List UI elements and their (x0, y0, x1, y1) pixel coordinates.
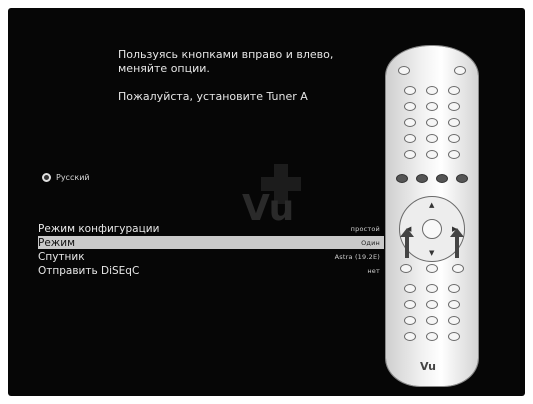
menu-label: Отправить DiSEqC (38, 264, 140, 277)
instruction-line-1: Пользуясь кнопками вправо и влево, (118, 48, 334, 61)
number-button-icon (448, 102, 460, 111)
menu-label: Режим (38, 236, 75, 249)
menu-row-satellite[interactable]: Спутник Astra (19.2E) (38, 250, 384, 263)
number-button-icon (404, 102, 416, 111)
power-icon (398, 66, 410, 75)
mute-icon (454, 66, 466, 75)
instruction-line-2: меняйте опции. (118, 62, 210, 75)
yellow-button-icon (436, 174, 448, 183)
red-button-icon (396, 174, 408, 183)
menu-value: Один (361, 238, 380, 247)
menu-label: Режим конфигурации (38, 222, 160, 235)
remote-brand-logo: Vu (420, 360, 436, 373)
tuner-config-menu: Режим конфигурации простой Режим Один Сп… (38, 222, 384, 278)
button-icon (448, 284, 460, 293)
right-highlight-arrow-icon (450, 228, 464, 258)
button-icon (448, 300, 460, 309)
instruction-text: Пользуясь кнопками вправо и влево, меняй… (118, 48, 378, 76)
button-icon (426, 300, 438, 309)
pause-icon (448, 332, 460, 341)
record-icon (404, 332, 416, 341)
menu-value: нет (367, 266, 380, 275)
number-button-icon (426, 150, 438, 159)
button-icon (426, 86, 438, 95)
menu-value: простой (350, 224, 380, 233)
ok-button-icon (422, 219, 442, 239)
language-option[interactable]: Русский (42, 173, 90, 182)
button-icon (448, 86, 460, 95)
number-button-icon (404, 118, 416, 127)
button-icon (426, 284, 438, 293)
channel-icon (452, 264, 464, 273)
tuner-prompt: Пожалуйста, установите Tuner A (118, 90, 308, 103)
fast-forward-icon (448, 316, 460, 325)
instructions-panel: Пользуясь кнопками вправо и влево, меняй… (118, 48, 378, 118)
menu-value: Astra (19.2E) (334, 252, 380, 261)
language-label: Русский (56, 173, 90, 182)
button-icon (404, 86, 416, 95)
number-button-icon (404, 134, 416, 143)
menu-row-mode[interactable]: Режим Один (38, 236, 384, 249)
button-icon (404, 284, 416, 293)
number-button-icon (448, 118, 460, 127)
button-icon (448, 150, 460, 159)
play-icon (426, 316, 438, 325)
number-button-icon (426, 102, 438, 111)
button-icon (404, 300, 416, 309)
stop-icon (426, 332, 438, 341)
number-button-icon (426, 118, 438, 127)
remote-control-illustration: ▲ ◀ ▶ ▼ Vu (386, 46, 478, 386)
tv-screen: Пользуясь кнопками вправо и влево, меняй… (8, 8, 525, 396)
menu-row-config-mode[interactable]: Режим конфигурации простой (38, 222, 384, 235)
left-highlight-arrow-icon (400, 228, 414, 258)
radio-icon (42, 173, 51, 182)
number-button-icon (448, 134, 460, 143)
number-button-icon (426, 134, 438, 143)
menu-row-diseqc[interactable]: Отправить DiSEqC нет (38, 264, 384, 277)
down-arrow-icon: ▼ (429, 249, 435, 257)
blue-button-icon (456, 174, 468, 183)
menu-label: Спутник (38, 250, 85, 263)
rewind-icon (404, 316, 416, 325)
button-icon (404, 150, 416, 159)
green-button-icon (416, 174, 428, 183)
up-arrow-icon: ▲ (429, 201, 435, 209)
button-icon (426, 264, 438, 273)
volume-icon (400, 264, 412, 273)
